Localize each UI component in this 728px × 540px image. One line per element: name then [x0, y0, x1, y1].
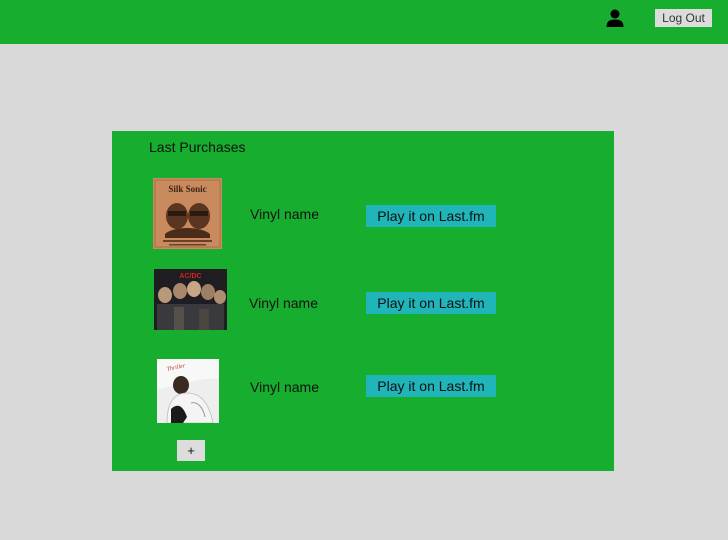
album-cover-image: Silk Sonic: [153, 178, 222, 249]
last-purchases-panel: Last Purchases Silk Sonic Vinyl name Pla…: [112, 131, 614, 471]
vinyl-name: Vinyl name: [250, 379, 320, 395]
panel-title: Last Purchases: [149, 139, 246, 155]
user-icon[interactable]: [605, 8, 625, 28]
logout-button[interactable]: Log Out: [655, 9, 712, 27]
play-on-lastfm-button[interactable]: Play it on Last.fm: [366, 205, 496, 227]
top-bar: Log Out: [0, 0, 728, 44]
album-cover-title: AC/DC: [179, 273, 201, 280]
vinyl-name: Vinyl name: [249, 295, 319, 311]
album-cover-title: Silk Sonic: [168, 184, 206, 194]
play-on-lastfm-button[interactable]: Play it on Last.fm: [366, 292, 496, 314]
vinyl-name: Vinyl name: [250, 206, 320, 222]
add-purchase-button[interactable]: +: [177, 440, 205, 461]
album-cover-image: AC/DC: [154, 269, 227, 330]
play-on-lastfm-button[interactable]: Play it on Last.fm: [366, 375, 496, 397]
album-cover-image: Thriller: [157, 359, 219, 423]
